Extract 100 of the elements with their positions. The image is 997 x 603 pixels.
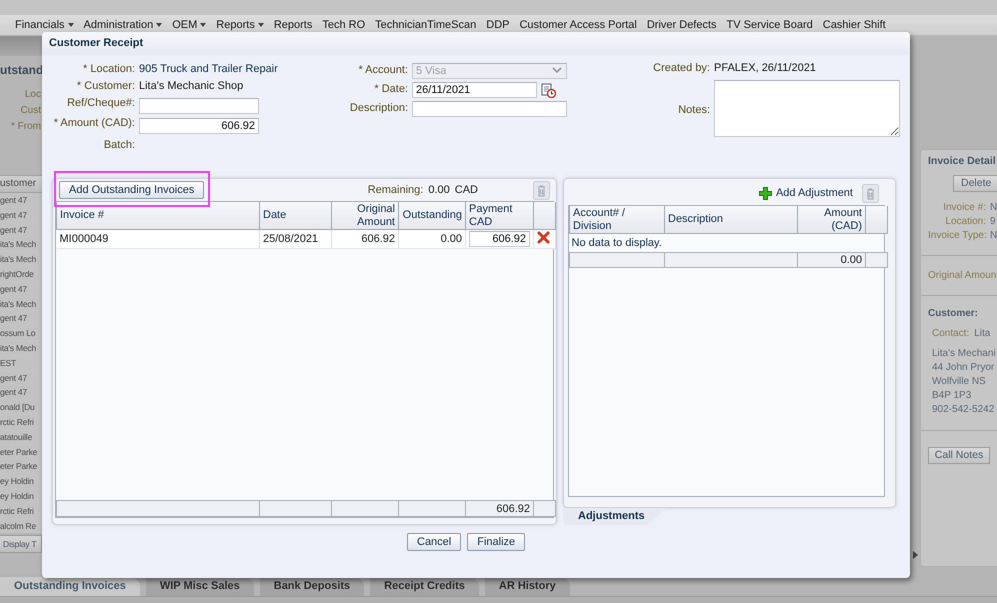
address-line: Wolfville NS	[932, 376, 987, 388]
list-row[interactable]: rightOrde	[0, 266, 42, 282]
menu-item[interactable]: Driver Defects	[646, 19, 717, 31]
list-row[interactable]: ey Holdin	[0, 474, 42, 489]
menu-item[interactable]: Reports	[274, 19, 312, 31]
list-row[interactable]: alcolm Re	[0, 518, 42, 534]
field-label: Original Amoun	[928, 270, 997, 281]
notes-field[interactable]	[714, 80, 900, 137]
list-row[interactable]: ita's Mech	[0, 237, 42, 252]
trash-icon[interactable]	[862, 184, 879, 202]
trash-icon[interactable]	[533, 181, 550, 200]
list-row[interactable]: gent 47	[0, 208, 42, 223]
column-header[interactable]: Outstanding	[398, 202, 466, 230]
add-outstanding-invoices-button[interactable]: Add Outstanding Invoices	[59, 181, 204, 199]
menu-item[interactable]: Financials	[15, 19, 74, 31]
field-label: * Location:	[82, 62, 135, 77]
menu-item[interactable]: Cashier Shift	[822, 19, 886, 31]
menu-item[interactable]: DDP	[486, 19, 510, 31]
menu-item[interactable]: Administration	[84, 19, 162, 31]
calendar-clock-icon[interactable]	[541, 82, 556, 98]
list-row[interactable]: ita's Mech	[0, 296, 42, 312]
list-row[interactable]: ita's Mech	[0, 340, 42, 356]
tab[interactable]: Receipt Credits	[370, 577, 479, 596]
field-label: Contact:	[932, 328, 970, 339]
column-header[interactable]: Account# / Division	[570, 206, 664, 234]
field-label: Invoice Type:	[928, 230, 986, 241]
list-row[interactable]: gent 47	[0, 385, 42, 400]
list-row[interactable]: eter Parke	[0, 459, 42, 474]
list-row[interactable]: ey Holdin	[0, 488, 42, 504]
list-row[interactable]: onald [Du	[0, 400, 42, 415]
list-row[interactable]: eter Parke	[0, 444, 42, 460]
plus-icon	[758, 186, 772, 200]
input-field[interactable]	[412, 101, 567, 117]
chevron-down-icon	[552, 67, 562, 74]
field-label: Invoice #:	[942, 202, 986, 213]
add-adjustment-button[interactable]: Add Adjustment	[758, 186, 853, 200]
list-row[interactable]: gent 47	[0, 282, 42, 297]
list-row[interactable]: gent 47	[0, 311, 42, 326]
total-cell: 606.92	[466, 500, 534, 516]
delete-button[interactable]: Delete	[953, 175, 997, 192]
column-header[interactable]: Original Amount	[332, 202, 398, 230]
menu-item[interactable]: Tech RO	[322, 19, 366, 31]
tab[interactable]: Bank Deposits	[260, 577, 364, 596]
list-row[interactable]: gent 47	[0, 193, 42, 208]
field-label: Created by:	[652, 61, 710, 76]
field-value: N	[990, 230, 997, 241]
tab[interactable]: Outstanding Invoices	[0, 577, 140, 596]
date-field[interactable]: 26/11/2021	[412, 82, 537, 98]
panel-header	[0, 36, 42, 56]
list-row[interactable]: ossum Lo	[0, 326, 42, 341]
list-row[interactable]: gent 47	[0, 370, 42, 386]
call-notes-button[interactable]: Call Notes	[928, 447, 990, 464]
dialog-button[interactable]: Cancel	[407, 533, 462, 551]
adjustments-tab[interactable]: Adjustments	[563, 508, 667, 525]
field-label: * Customer:	[76, 79, 135, 94]
menu-item[interactable]: OEM	[172, 19, 206, 31]
total-cell: 0.00	[798, 252, 866, 268]
menu-item[interactable]: TechnicianTimeScan	[375, 19, 476, 31]
table-cell: 606.92	[332, 230, 398, 248]
field-label: Ref/Cheque#:	[66, 96, 135, 111]
caret-icon	[200, 23, 206, 27]
tab[interactable]: AR History	[484, 577, 570, 596]
field-value: Lita's Mechanic Shop	[139, 79, 244, 94]
list-row[interactable]: EST	[0, 356, 42, 371]
list-row[interactable]: ita's Mech	[0, 252, 42, 267]
address-line: 44 John Pryor	[932, 362, 996, 374]
menu-item[interactable]: Reports	[216, 19, 264, 31]
field-value: 905 Truck and Trailer Repair	[139, 62, 279, 77]
field-value: N	[990, 202, 997, 213]
column-header[interactable]: Invoice #	[56, 202, 260, 230]
remaining-label: Remaining:	[368, 184, 424, 196]
list-row[interactable]: atatouille	[0, 430, 42, 445]
column-header[interactable]: Date	[260, 202, 332, 230]
column-header[interactable]: Payment CAD	[466, 202, 534, 230]
filter-label: * From	[11, 121, 41, 132]
dialog-button[interactable]: Finalize	[467, 533, 526, 551]
column-header[interactable]: ustomer	[0, 175, 42, 193]
caret-icon	[156, 23, 162, 27]
field-label: * Amount (CAD):	[52, 116, 135, 131]
input-field[interactable]	[139, 98, 259, 114]
list-row[interactable]: rctic Refri	[0, 504, 42, 519]
input-field[interactable]: 606.92	[139, 118, 259, 134]
menu-item[interactable]: Customer Access Portal	[519, 19, 637, 31]
list-row[interactable]: gent 47	[0, 222, 42, 238]
display-button[interactable]: Display T	[0, 535, 42, 554]
caret-icon	[258, 23, 264, 27]
table-cell: MI000049	[56, 230, 260, 248]
dialog-title: Customer Receipt	[42, 32, 910, 55]
delete-x-icon[interactable]	[537, 231, 550, 244]
list-row[interactable]: rctic Refri	[0, 414, 42, 430]
menu-item[interactable]: TV Service Board	[726, 19, 813, 31]
payment-field[interactable]: 606.92	[469, 231, 530, 247]
filter-label: Cust	[20, 105, 41, 116]
field-value: 9	[990, 216, 997, 227]
column-header[interactable]: Description	[664, 206, 798, 234]
expand-arrow-icon[interactable]	[913, 551, 918, 559]
field-value: Lita	[974, 328, 990, 339]
field-label: Notes:	[677, 102, 710, 118]
tab[interactable]: WIP Misc Sales	[146, 577, 254, 596]
column-header[interactable]: Amount (CAD)	[798, 206, 866, 234]
